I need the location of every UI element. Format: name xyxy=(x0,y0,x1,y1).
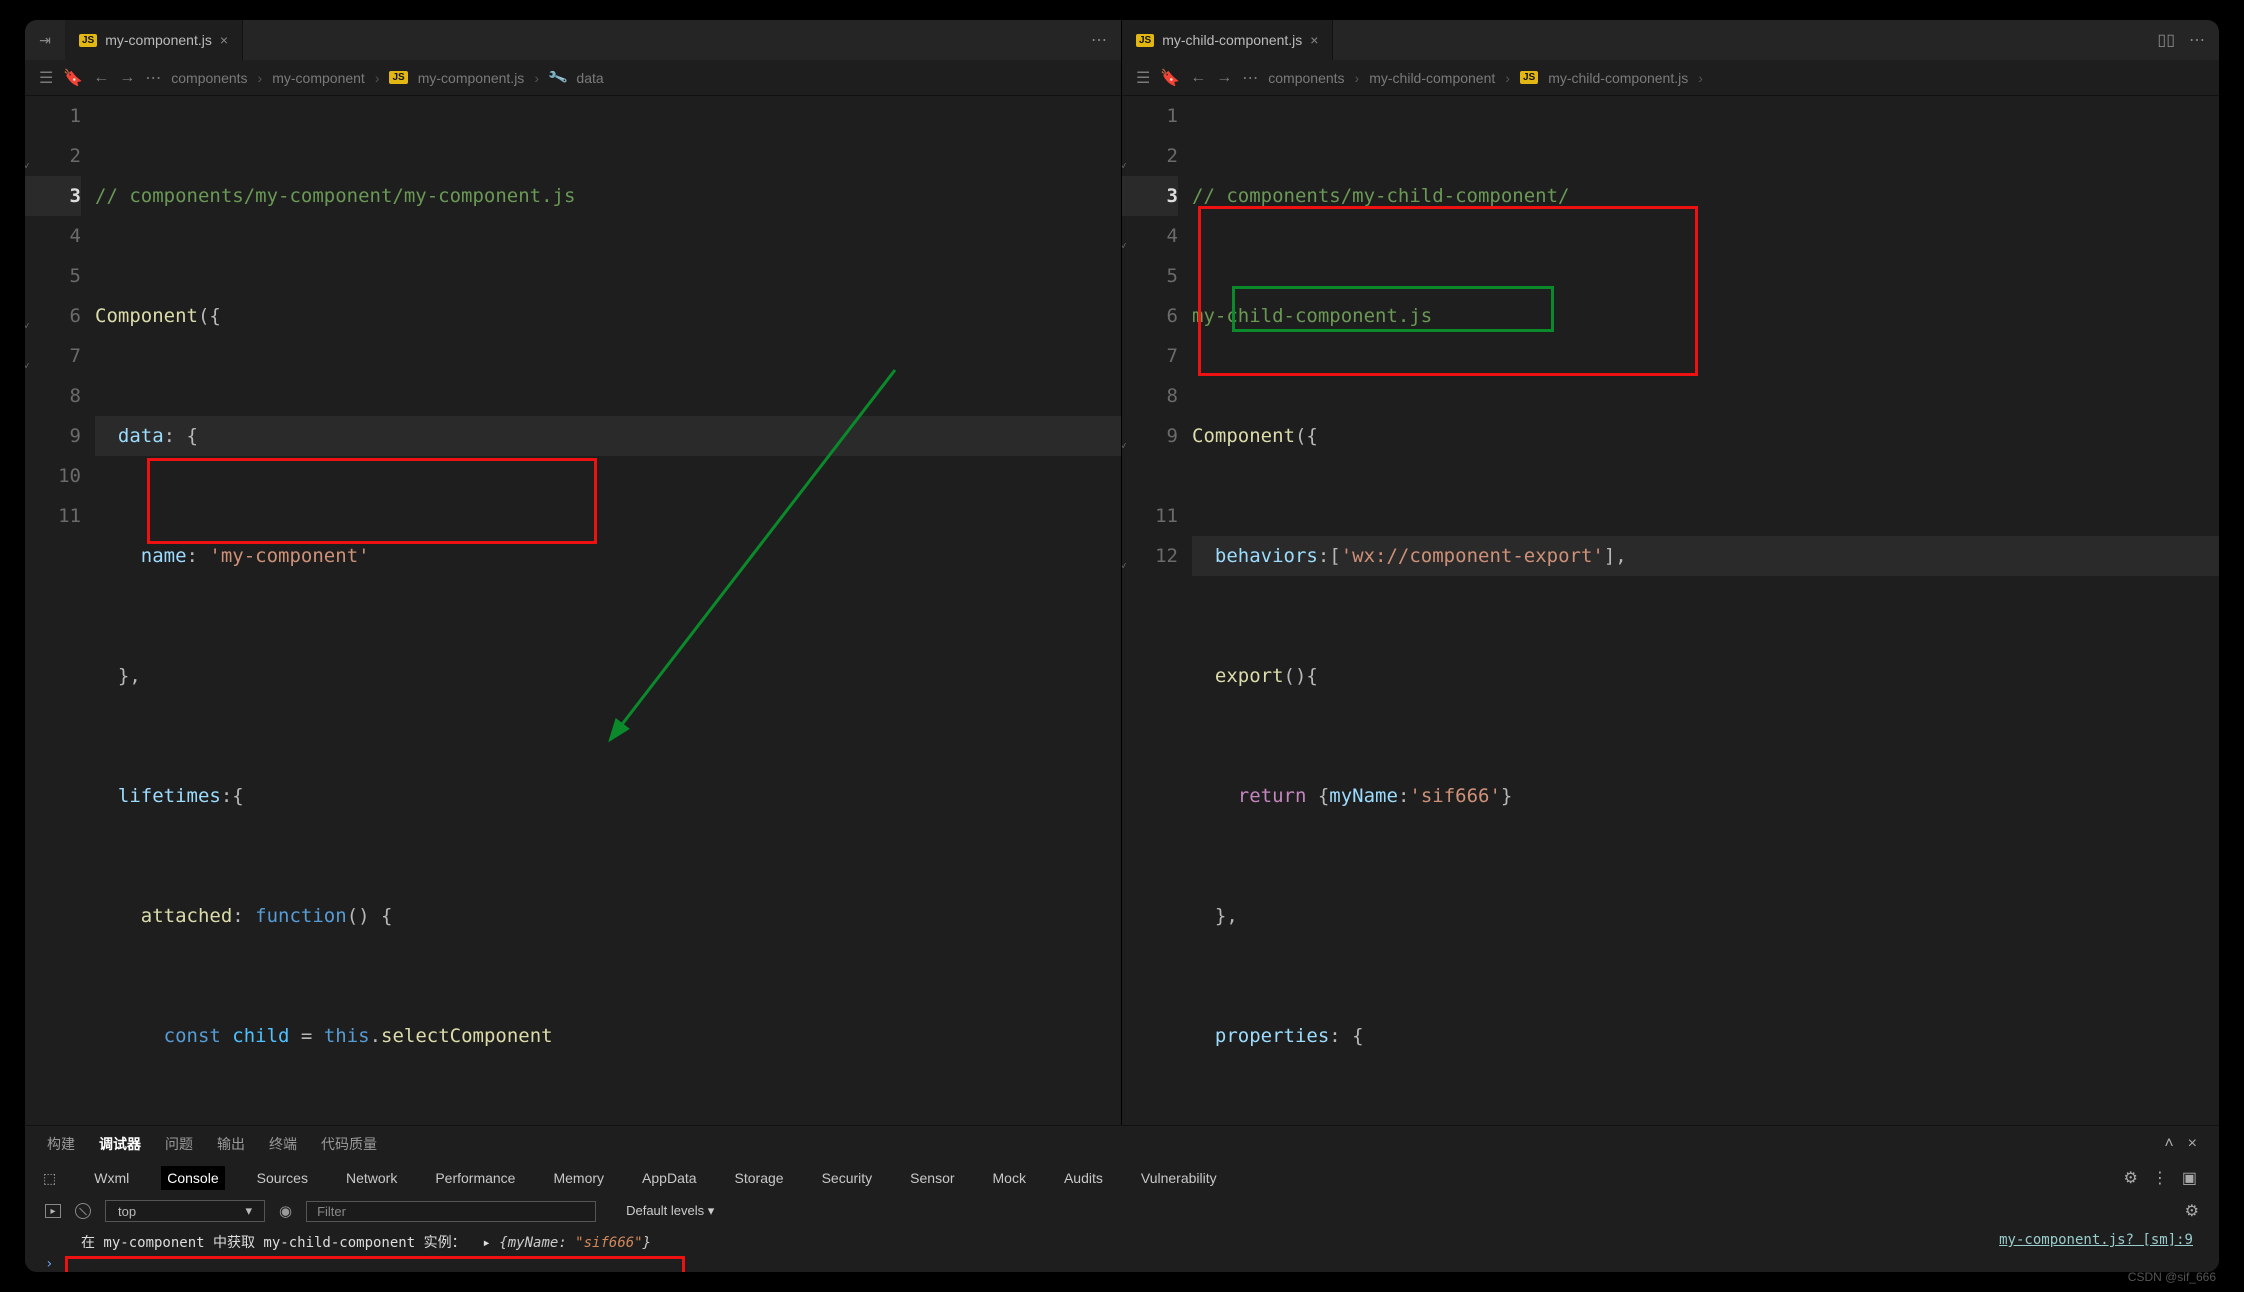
app-window: ⇥ JS my-component.js × ⋯ ☰ 🔖 ← → ⋯ compo… xyxy=(25,20,2219,1272)
panel-tab[interactable]: 问题 xyxy=(165,1134,193,1154)
crumb[interactable]: my-child-component xyxy=(1369,70,1495,86)
editor-pane-left: ⇥ JS my-component.js × ⋯ ☰ 🔖 ← → ⋯ compo… xyxy=(25,20,1122,1125)
panel-tab-bar: 构建 调试器 问题 输出 终端 代码质量 ˄ × xyxy=(25,1126,2219,1160)
devtools-panel: 构建 调试器 问题 输出 终端 代码质量 ˄ × ⬚ Wxml Console … xyxy=(25,1125,2219,1272)
code-area[interactable]: 1 ˅2 3 4 5 ˅6 ˅7 8 9 10 11 // components… xyxy=(25,96,1121,1125)
gear-icon[interactable]: ⚙ xyxy=(2185,1201,2199,1221)
gutter: 1 ˅2 3 ˅4 5 6 7 8 ˅9 11 ˅12 xyxy=(1122,96,1192,1125)
wrench-icon: 🔧 xyxy=(547,67,569,89)
more-icon[interactable]: ⋯ xyxy=(1091,30,1107,50)
file-tab[interactable]: JS my-component.js × xyxy=(65,20,243,60)
crumb[interactable]: my-child-component.js xyxy=(1548,70,1688,86)
clear-icon[interactable] xyxy=(75,1203,91,1219)
close-icon[interactable]: × xyxy=(220,32,228,48)
split-icon[interactable]: ▯▯ xyxy=(2157,30,2175,50)
devtools-tab[interactable]: Wxml xyxy=(88,1166,135,1190)
list-icon[interactable]: ☰ xyxy=(39,68,53,88)
console-prompt[interactable]: › xyxy=(25,1256,2219,1272)
inspect-icon[interactable]: ⬚ xyxy=(43,1170,56,1187)
kebab-icon[interactable]: ⋮ xyxy=(2152,1168,2168,1188)
devtools-tab[interactable]: Audits xyxy=(1058,1166,1109,1190)
devtools-tab[interactable]: Performance xyxy=(429,1166,521,1190)
gutter: 1 ˅2 3 4 5 ˅6 ˅7 8 9 10 11 xyxy=(25,96,95,1125)
devtools-tab[interactable]: Network xyxy=(340,1166,403,1190)
more-icon[interactable]: ⋯ xyxy=(2189,30,2205,50)
editor-split: ⇥ JS my-component.js × ⋯ ☰ 🔖 ← → ⋯ compo… xyxy=(25,20,2219,1125)
list-icon[interactable]: ☰ xyxy=(1136,68,1150,88)
crumb[interactable]: data xyxy=(576,70,603,86)
crumb[interactable]: my-component xyxy=(272,70,365,86)
chevron-right-icon: › xyxy=(1505,70,1510,86)
close-icon[interactable]: × xyxy=(2188,1135,2197,1153)
breadcrumb: ☰ 🔖 ← → ⋯ components › my-child-componen… xyxy=(1122,60,2219,96)
console-row[interactable]: 在 my-component 中获取 my-child-component 实例… xyxy=(25,1226,2219,1256)
devtools-tab[interactable]: Vulnerability xyxy=(1135,1166,1223,1190)
file-tab[interactable]: JS my-child-component.js × xyxy=(1122,20,1333,60)
devtools-tab[interactable]: Sources xyxy=(251,1166,314,1190)
js-badge-icon: JS xyxy=(79,34,97,47)
devtools-tab-bar: ⬚ Wxml Console Sources Network Performan… xyxy=(25,1160,2219,1196)
watermark: CSDN @sif_666 xyxy=(2128,1270,2216,1284)
devtools-tab[interactable]: Memory xyxy=(547,1166,610,1190)
crumb[interactable]: components xyxy=(1268,70,1344,86)
bookmark-icon[interactable]: 🔖 xyxy=(1160,68,1180,88)
code-area[interactable]: 1 ˅2 3 ˅4 5 6 7 8 ˅9 11 ˅12 // co xyxy=(1122,96,2219,1125)
highlight-box xyxy=(1198,206,1698,376)
breadcrumb: ☰ 🔖 ← → ⋯ components › my-component › JS… xyxy=(25,60,1121,96)
pane-menu-icon[interactable]: ⇥ xyxy=(25,32,65,49)
back-icon[interactable]: ← xyxy=(1190,69,1206,87)
panel-tab[interactable]: 构建 xyxy=(47,1134,75,1154)
highlight-box xyxy=(147,458,597,544)
forward-icon[interactable]: → xyxy=(1216,69,1232,87)
console-toolbar: ▸ top▾ ◉ Filter Default levels ▾ ⚙ xyxy=(25,1196,2219,1226)
gear-icon[interactable]: ⚙ xyxy=(2124,1168,2138,1188)
crumb[interactable]: components xyxy=(171,70,247,86)
devtools-tab[interactable]: Console xyxy=(161,1166,224,1190)
editor-pane-right: JS my-child-component.js × ▯▯ ⋯ ☰ 🔖 ← → … xyxy=(1122,20,2219,1125)
close-icon[interactable]: × xyxy=(1310,32,1318,48)
panel-tab[interactable]: 调试器 xyxy=(99,1134,141,1154)
play-icon[interactable]: ▸ xyxy=(45,1204,61,1218)
dock-icon[interactable]: ▣ xyxy=(2182,1168,2197,1188)
eye-icon[interactable]: ◉ xyxy=(279,1202,292,1220)
levels-select[interactable]: Default levels ▾ xyxy=(626,1203,714,1219)
tab-label: my-child-component.js xyxy=(1162,32,1302,48)
more-icon[interactable]: ⋯ xyxy=(145,68,161,88)
panel-tab[interactable]: 终端 xyxy=(269,1134,297,1154)
back-icon[interactable]: ← xyxy=(93,69,109,87)
crumb[interactable]: my-component.js xyxy=(418,70,525,86)
chevron-right-icon: › xyxy=(375,70,380,86)
context-select[interactable]: top▾ xyxy=(105,1200,265,1222)
forward-icon[interactable]: → xyxy=(119,69,135,87)
tab-bar: ⇥ JS my-component.js × ⋯ xyxy=(25,20,1121,60)
tab-bar: JS my-child-component.js × ▯▯ ⋯ xyxy=(1122,20,2219,60)
devtools-tab[interactable]: AppData xyxy=(636,1166,702,1190)
panel-tab[interactable]: 输出 xyxy=(217,1134,245,1154)
source-link[interactable]: my-component.js? [sm]:9 xyxy=(1999,1232,2193,1252)
panel-tab[interactable]: 代码质量 xyxy=(321,1134,377,1154)
source[interactable]: // components/my-child-component/ my-chi… xyxy=(1192,96,2219,1125)
chevron-right-icon: › xyxy=(1355,70,1360,86)
devtools-tab[interactable]: Security xyxy=(816,1166,879,1190)
js-badge-icon: JS xyxy=(1136,34,1154,47)
bookmark-icon[interactable]: 🔖 xyxy=(63,68,83,88)
filter-input[interactable]: Filter xyxy=(306,1201,596,1222)
devtools-tab[interactable]: Sensor xyxy=(904,1166,960,1190)
log-text: 在 my-component 中获取 my-child-component 实例… xyxy=(81,1235,466,1251)
chevron-up-icon[interactable]: ˄ xyxy=(2164,1135,2173,1153)
devtools-tab[interactable]: Mock xyxy=(987,1166,1032,1190)
js-badge-icon: JS xyxy=(389,71,407,84)
more-icon[interactable]: ⋯ xyxy=(1242,68,1258,88)
tab-label: my-component.js xyxy=(105,32,212,48)
js-badge-icon: JS xyxy=(1520,71,1538,84)
chevron-right-icon: › xyxy=(534,70,539,86)
chevron-right-icon: › xyxy=(1698,70,1703,86)
source[interactable]: // components/my-component/my-component.… xyxy=(95,96,1121,1125)
chevron-right-icon: › xyxy=(258,70,263,86)
devtools-tab[interactable]: Storage xyxy=(729,1166,790,1190)
